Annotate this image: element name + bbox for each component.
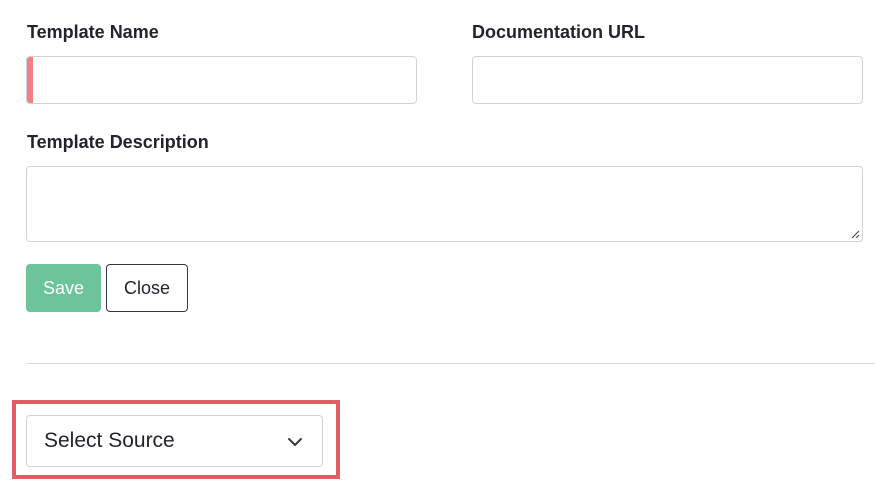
- resize-grip-icon[interactable]: [850, 229, 860, 239]
- source-select[interactable]: Select Source: [26, 415, 323, 467]
- chevron-down-icon: [288, 438, 302, 446]
- section-divider: [26, 363, 875, 364]
- close-button[interactable]: Close: [106, 264, 188, 312]
- template-form-page: Template Name Documentation URL Template…: [0, 0, 875, 483]
- documentation-url-label: Documentation URL: [472, 22, 645, 42]
- template-description-textarea[interactable]: [26, 166, 863, 242]
- save-button[interactable]: Save: [26, 264, 101, 312]
- source-select-value: Select Source: [44, 429, 175, 452]
- template-name-label: Template Name: [27, 22, 159, 42]
- documentation-url-input[interactable]: [472, 56, 863, 104]
- template-name-input[interactable]: [26, 56, 417, 104]
- template-description-label: Template Description: [27, 132, 209, 152]
- invalid-indicator: [27, 57, 33, 103]
